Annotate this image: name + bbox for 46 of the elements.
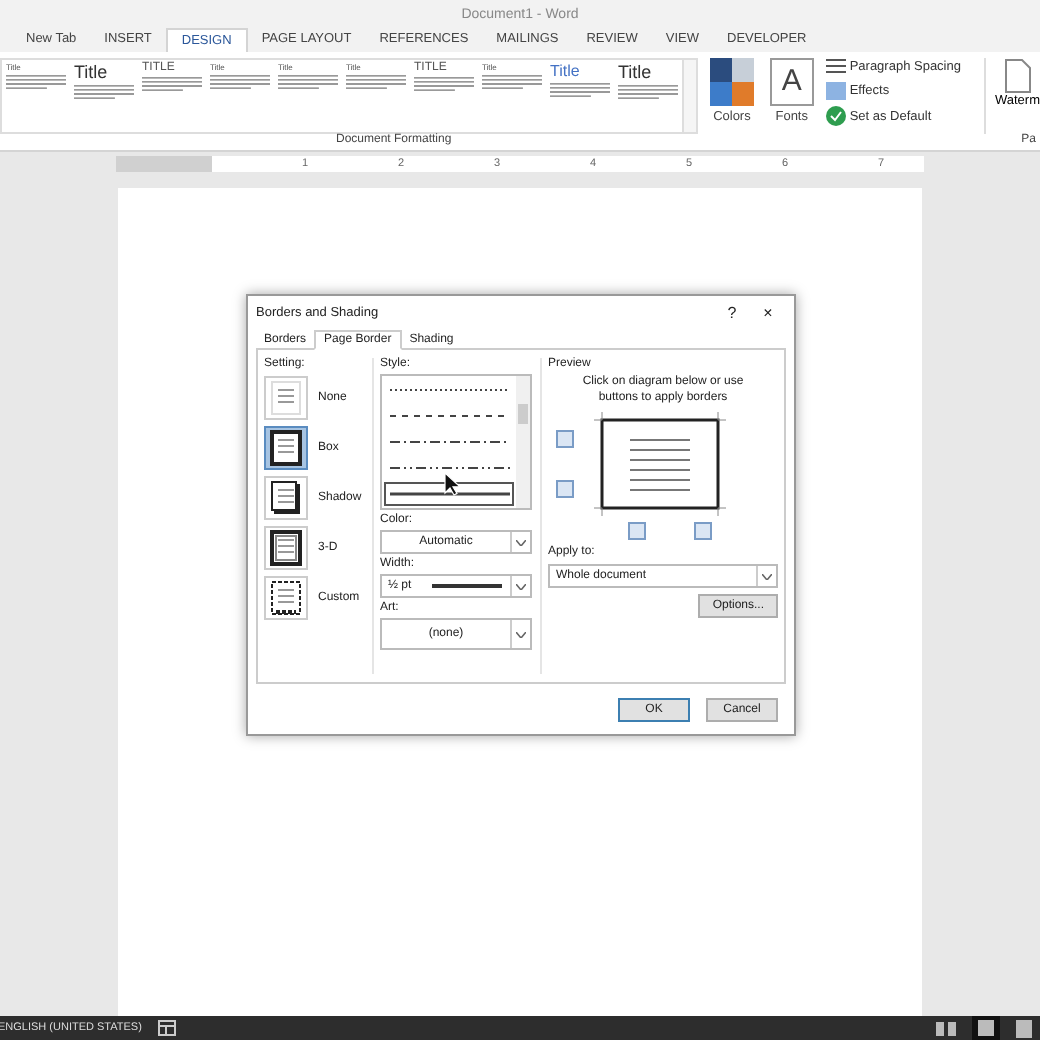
text-lines-icon: [74, 84, 134, 104]
close-button[interactable]: ×: [750, 303, 786, 321]
line-sample-icon: [431, 584, 502, 588]
spacing-icon: [825, 58, 846, 76]
style-thumbnail[interactable]: Title: [614, 60, 682, 132]
text-lines-icon: [414, 76, 474, 96]
scrollbar[interactable]: [516, 376, 530, 508]
text-lines-icon: [142, 76, 202, 96]
line-sample-icon: [389, 412, 509, 421]
style-thumbnail[interactable]: Title: [70, 60, 138, 132]
check-icon: [825, 106, 846, 126]
web-layout-icon[interactable]: [1016, 1019, 1032, 1037]
setting-option[interactable]: [264, 526, 308, 570]
line-sample-icon: [389, 489, 509, 498]
font-letter-icon: A: [769, 58, 814, 106]
help-button[interactable]: ?: [714, 303, 750, 321]
print-layout-icon[interactable]: [972, 1016, 1000, 1040]
line-sample-icon: [389, 463, 509, 472]
chevron-down-icon: [516, 539, 526, 545]
gallery-scrollbar[interactable]: [682, 60, 696, 132]
page-preview-drawing: [594, 412, 726, 516]
read-mode-icon[interactable]: [936, 1019, 956, 1037]
chevron-down-icon: [516, 631, 526, 637]
setting-option[interactable]: [264, 426, 308, 470]
chevron-down-icon: [762, 573, 772, 579]
chevron-down-icon: [516, 583, 526, 589]
text-lines-icon: [346, 74, 406, 94]
line-sample-icon: [389, 386, 509, 395]
line-sample-icon: [389, 437, 509, 446]
color-swatch-icon: [709, 58, 754, 106]
line-style-option[interactable]: [384, 481, 514, 506]
page-icon: [1003, 58, 1032, 94]
setting-option[interactable]: [264, 476, 308, 520]
text-lines-icon: [482, 74, 542, 94]
macro-icon[interactable]: [157, 1020, 176, 1036]
mouse-cursor-icon: [444, 472, 460, 496]
text-lines-icon: [6, 74, 66, 94]
style-thumbnail[interactable]: Title: [546, 60, 614, 132]
text-lines-icon: [550, 82, 610, 102]
text-lines-icon: [618, 84, 678, 104]
text-lines-icon: [278, 74, 338, 94]
text-lines-icon: [210, 74, 270, 94]
style-list[interactable]: [380, 374, 532, 510]
setting-option[interactable]: [264, 576, 308, 620]
effects-icon: [825, 82, 846, 100]
ruler-margin: [116, 156, 212, 172]
